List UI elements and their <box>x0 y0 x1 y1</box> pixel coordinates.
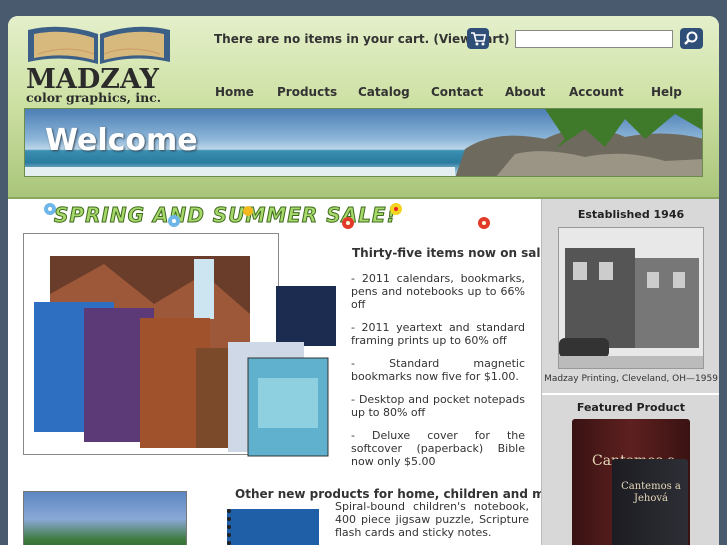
main-content: SPRING AND SUMMER SALE! Thirty-five item… <box>8 199 719 545</box>
sale-item: - Deluxe cover for the softcover (paperb… <box>351 429 525 468</box>
banner-title: Welcome <box>45 123 198 158</box>
sidebar: Established 1946 Madzay Printing, Clevel… <box>541 199 719 545</box>
photo-caption: Madzay Printing, Cleveland, OH—1959 <box>544 374 718 384</box>
flower-decor-icon <box>44 203 490 229</box>
welcome-banner: Welcome <box>24 108 703 177</box>
featured-product-image-2[interactable]: Cantemos a Jehová <box>612 459 688 545</box>
shopping-cart-icon <box>471 32 486 46</box>
nav-catalog[interactable]: Catalog <box>358 85 410 99</box>
sale-item: - Desktop and pocket notepads up to 80% … <box>351 393 525 419</box>
cart-status[interactable]: There are no items in your cart. (View C… <box>214 32 509 46</box>
sale-item: - 2011 calendars, bookmarks, pens and no… <box>351 272 525 311</box>
nav-products[interactable]: Products <box>277 85 337 99</box>
historic-building-photo <box>558 227 704 369</box>
site-logo[interactable]: MADZAY color graphics, inc. <box>24 24 174 105</box>
sale-heading: Thirty-five items now on sale! <box>352 246 555 260</box>
featured-section: Featured Product <box>542 401 719 414</box>
sale-item: - Standard magnetic bookmarks now five f… <box>351 357 525 383</box>
children-notebook-image[interactable] <box>227 509 319 545</box>
sale-item: - 2011 yeartext and standard framing pri… <box>351 321 525 347</box>
logo-tagline: color graphics, inc. <box>26 90 162 105</box>
nav-help[interactable]: Help <box>651 85 682 99</box>
site-header: MADZAY color graphics, inc. There are no… <box>8 16 719 199</box>
nav-about[interactable]: About <box>505 85 545 99</box>
sale-list: - 2011 calendars, bookmarks, pens and no… <box>351 272 525 478</box>
other-products-heading: Other new products for home, children an… <box>235 487 588 501</box>
jigsaw-puzzle-image[interactable] <box>23 491 187 545</box>
calendar-collage-image <box>34 256 336 457</box>
nav-contact[interactable]: Contact <box>431 85 483 99</box>
nav-account[interactable]: Account <box>569 85 624 99</box>
cart-button[interactable] <box>467 28 489 49</box>
established-heading: Established 1946 <box>577 208 685 221</box>
search-button[interactable] <box>680 28 703 49</box>
established-section: Established 1946 <box>542 208 719 221</box>
other-products-text: Spiral-bound children's notebook, 400 pi… <box>335 500 529 539</box>
featured-heading: Featured Product <box>576 401 686 414</box>
nav-home[interactable]: Home <box>215 85 254 99</box>
open-book-icon <box>28 26 170 64</box>
page-frame: MADZAY color graphics, inc. There are no… <box>8 16 719 545</box>
sidebar-divider <box>542 393 719 395</box>
building-photo-image <box>559 228 703 368</box>
sale-products-image[interactable] <box>23 233 336 457</box>
search-icon <box>684 31 698 45</box>
product-cover-title-2: Cantemos a Jehová <box>621 481 681 504</box>
search-input[interactable] <box>515 30 673 48</box>
